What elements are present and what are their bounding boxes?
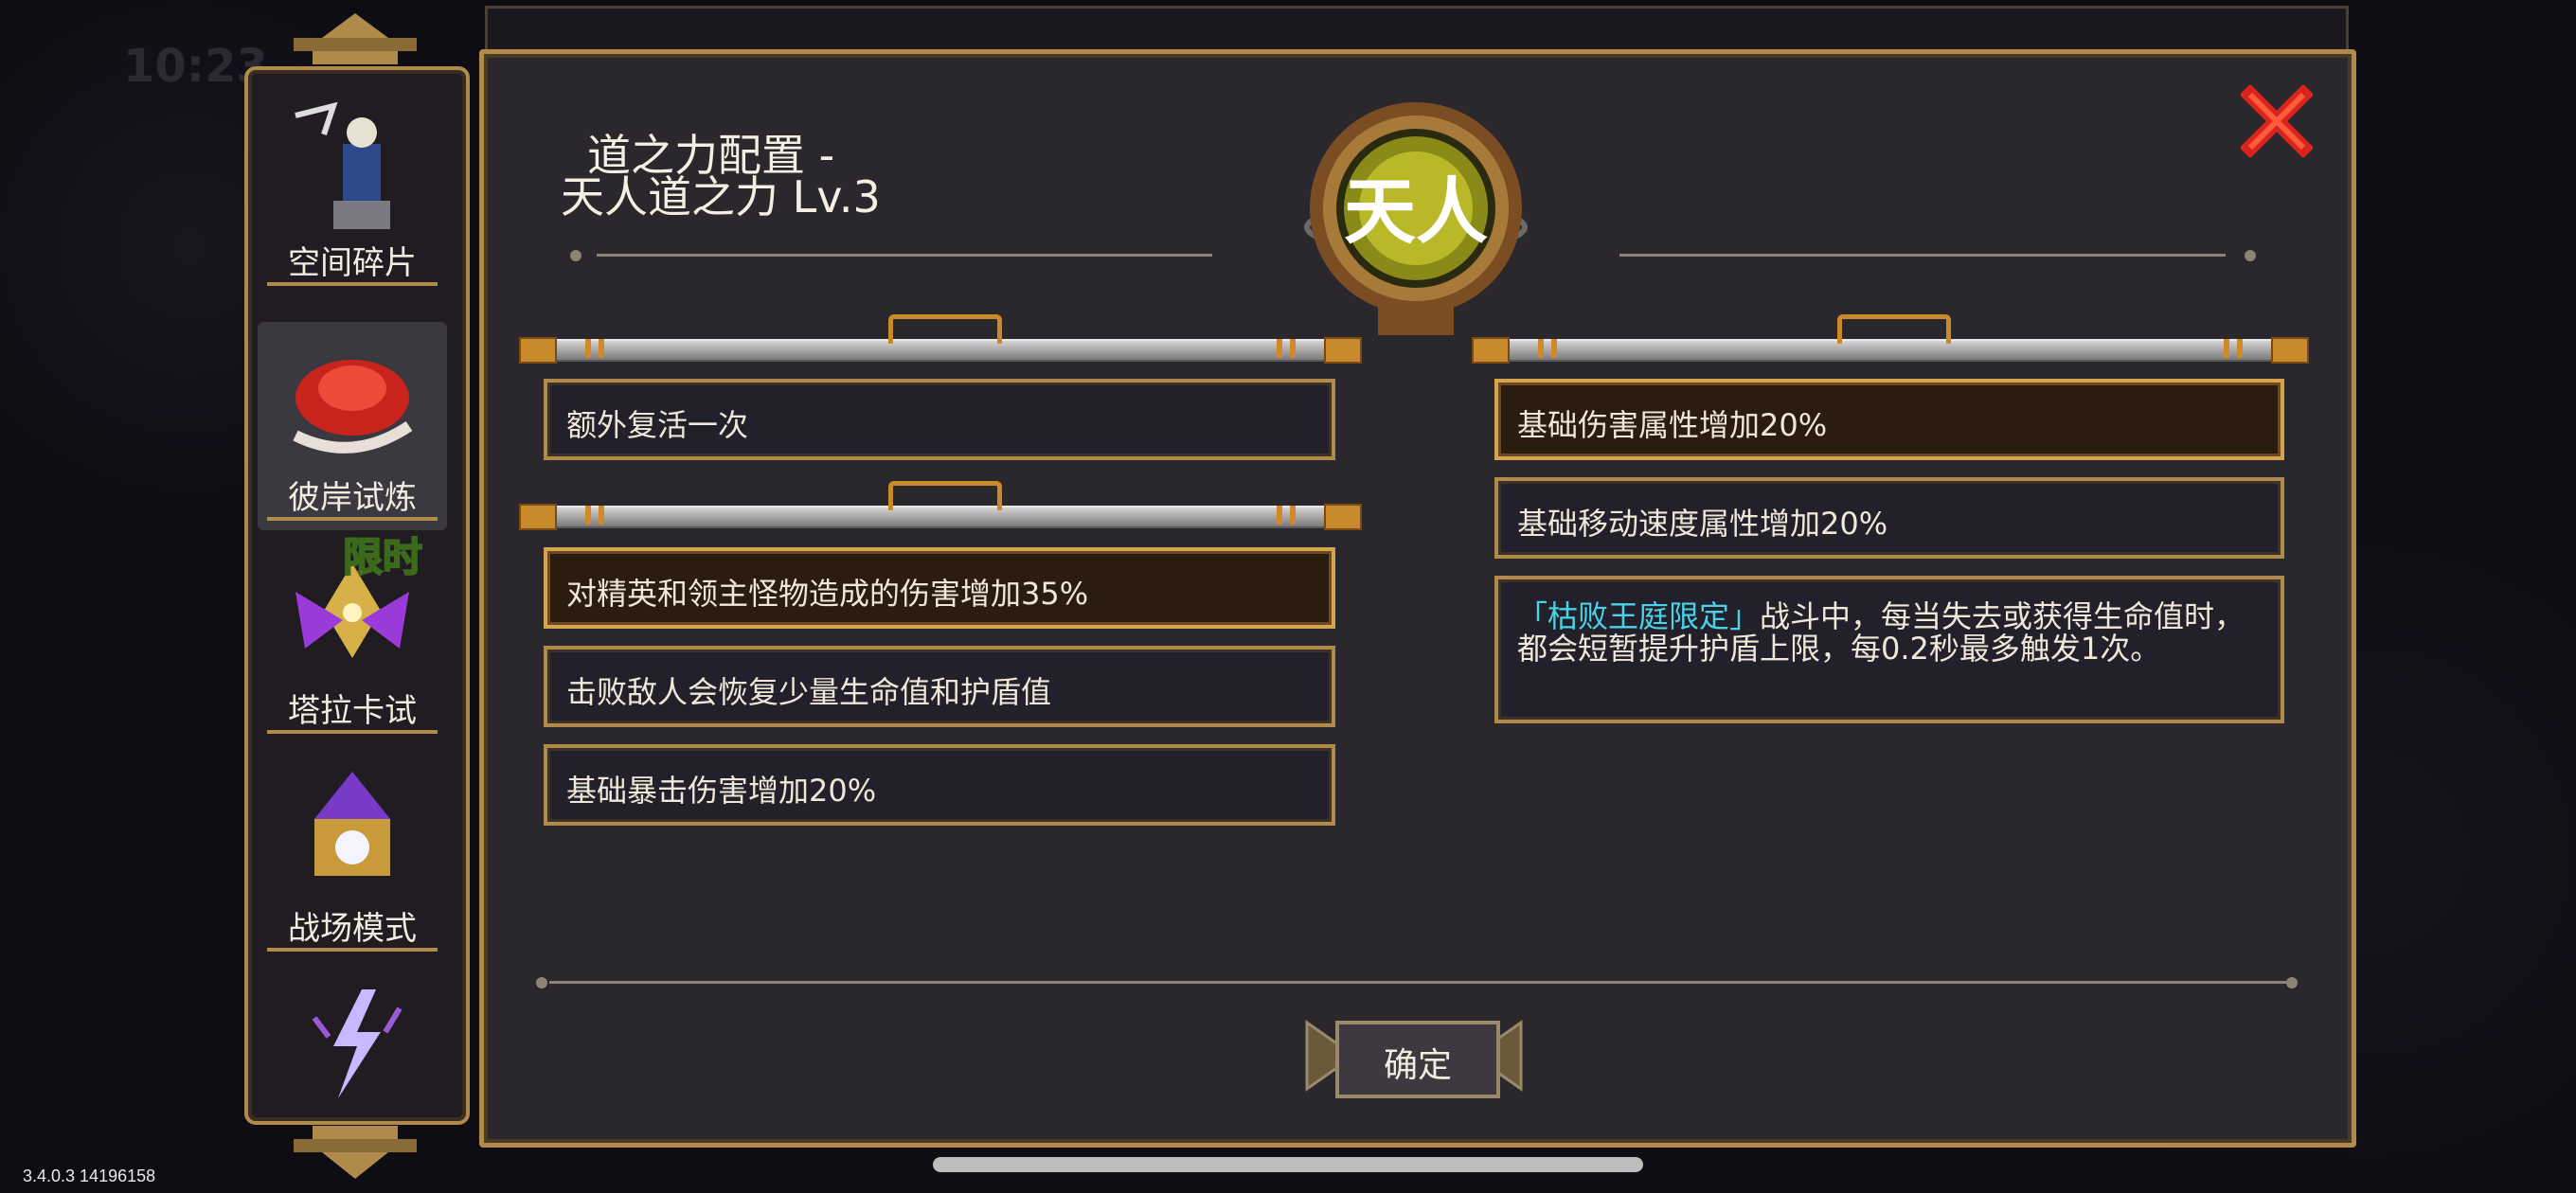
option-text: 基础暴击伤害增加20% <box>566 773 877 809</box>
header-divider-left <box>597 254 1212 257</box>
lightning-icon <box>312 989 402 1098</box>
header-divider-right <box>1619 254 2226 257</box>
close-button[interactable] <box>2241 85 2313 157</box>
divider-dot <box>570 250 581 261</box>
mode-lightning[interactable] <box>258 970 447 1113</box>
heavenly-being-emblem-icon: 天人 <box>1304 102 1528 335</box>
option-text: 基础移动速度属性增加20% <box>1517 506 1888 542</box>
option-text: 基础伤害属性增加20% <box>1517 407 1828 443</box>
limited-time-badge: 限时 <box>342 533 423 581</box>
option-text: 「枯败王庭限定」战斗中，每当失去或获得生命值时，都会短暂提升护盾上限，每0.2秒… <box>1517 600 2262 665</box>
mode-divider <box>267 948 438 952</box>
option-text: 击败敌人会恢复少量生命值和护盾值 <box>566 674 1052 710</box>
option-withered-court-shield[interactable]: 「枯败王庭限定」战斗中，每当失去或获得生命值时，都会短暂提升护盾上限，每0.2秒… <box>1494 576 2284 723</box>
right-scroll-bar-1 <box>1472 314 2309 364</box>
home-indicator[interactable] <box>933 1157 1643 1172</box>
version-label: 3.4.0.3 14196158 <box>23 1166 156 1185</box>
confirm-button[interactable]: 确定 <box>1288 1004 1540 1108</box>
panel-top-strip <box>485 6 2349 55</box>
mode-space-fragment[interactable]: 空间碎片 <box>258 87 447 295</box>
mode-battlefield[interactable]: 战场模式 <box>258 753 447 961</box>
mode-label: 彼岸试炼 <box>288 479 417 517</box>
emblem-glyph: 天人 <box>1344 169 1488 254</box>
left-scroll-bar-2 <box>519 481 1362 530</box>
mode-other-shore-trial[interactable]: 彼岸试炼 <box>258 322 447 530</box>
confirm-label: 确定 <box>1383 1046 1452 1085</box>
battlefield-mode-icon <box>314 772 390 876</box>
option-crit-damage[interactable]: 基础暴击伤害增加20% <box>544 744 1335 826</box>
red-spider-lily-icon <box>293 360 413 454</box>
mode-divider <box>267 730 438 734</box>
mode-label: 战场模式 <box>288 910 417 948</box>
option-text: 对精英和领主怪物造成的伤害增加35% <box>566 576 1089 612</box>
mode-label: 塔拉卡试 <box>288 692 417 730</box>
mode-divider <box>267 517 438 521</box>
option-text: 额外复活一次 <box>566 407 749 443</box>
option-move-speed[interactable]: 基础移动速度属性增加20% <box>1494 477 2284 559</box>
space-fragment-icon <box>295 101 390 229</box>
footer-divider <box>549 981 2292 984</box>
option-kill-restore[interactable]: 击败敌人会恢复少量生命值和护盾值 <box>544 646 1335 727</box>
option-elite-boss-damage[interactable]: 对精英和领主怪物造成的伤害增加35% <box>544 547 1335 629</box>
mode-divider <box>267 282 438 286</box>
option-highlight-tag: 「枯败王庭限定」 <box>1517 598 1761 634</box>
option-base-damage[interactable]: 基础伤害属性增加20% <box>1494 379 2284 460</box>
option-extra-revive[interactable]: 额外复活一次 <box>544 379 1335 460</box>
sidebar-bottom-ornament <box>294 1126 417 1179</box>
divider-dot <box>2245 250 2256 261</box>
panel-subtitle: 天人道之力 Lv.3 <box>561 171 881 223</box>
divider-dot <box>536 977 547 988</box>
divider-dot <box>2286 977 2298 988</box>
mode-label: 空间碎片 <box>288 244 417 282</box>
left-scroll-bar-1 <box>519 314 1362 364</box>
